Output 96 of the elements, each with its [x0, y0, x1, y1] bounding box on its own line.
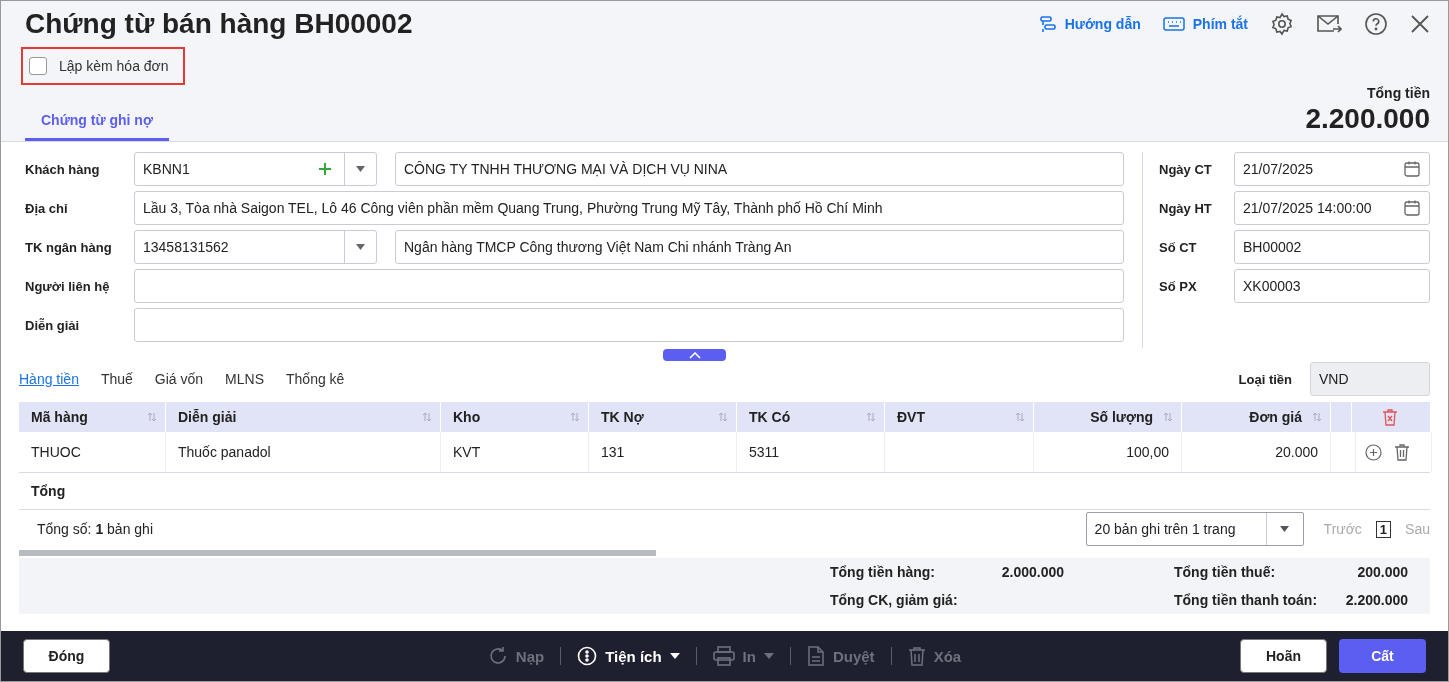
- trash-icon: [907, 646, 926, 666]
- total-row-label: Tổng: [31, 483, 66, 499]
- column-header[interactable]: ĐVT: [897, 409, 925, 425]
- sort-icon[interactable]: [1015, 412, 1025, 422]
- combo-field[interactable]: 13458131562: [134, 230, 377, 264]
- chevron-up-icon: [688, 351, 701, 359]
- keyboard-icon: [1162, 17, 1185, 31]
- sort-icon[interactable]: [1163, 412, 1173, 422]
- tab[interactable]: Thuế: [100, 371, 133, 387]
- table-cell: 100,00: [1126, 444, 1169, 460]
- calendar-icon[interactable]: [1403, 160, 1421, 178]
- summary-value: 200.000: [1357, 564, 1408, 580]
- table-cell: 131: [601, 444, 625, 460]
- table-cell: KVT: [453, 444, 481, 460]
- window-title: Chứng từ bán hàng BH00002: [25, 8, 413, 40]
- field-label: Số CT: [1159, 239, 1198, 255]
- total-label: Tổng tiền: [1367, 85, 1430, 101]
- input-field[interactable]: [134, 308, 1124, 342]
- add-row-icon[interactable]: [1365, 443, 1382, 461]
- column-header[interactable]: TK Nợ: [601, 409, 644, 425]
- table-cell: THUOC: [31, 444, 81, 460]
- input-field[interactable]: CÔNG TY TNHH THƯƠNG MẠI VÀ DỊCH VỤ NINA: [395, 152, 1124, 186]
- printer-icon: [712, 646, 735, 666]
- close-icon[interactable]: [1410, 14, 1430, 34]
- tab[interactable]: Thống kê: [286, 371, 345, 387]
- sort-icon[interactable]: [1312, 412, 1322, 422]
- dropdown-icon[interactable]: [356, 166, 365, 172]
- utility-button[interactable]: Tiện ích: [573, 646, 684, 666]
- sort-icon[interactable]: [866, 412, 876, 422]
- column-header[interactable]: Diễn giải: [178, 409, 237, 425]
- total-amount: 2.200.000: [1305, 103, 1430, 135]
- input-field[interactable]: Ngân hàng TMCP Công thương Việt Nam Chi nhánh Tràng An: [395, 230, 1124, 264]
- combo-field[interactable]: KBNN1: [134, 152, 377, 186]
- sort-icon[interactable]: [147, 412, 157, 422]
- field-label: Ngày CT: [1159, 161, 1213, 177]
- save-button[interactable]: Cất: [1339, 639, 1426, 673]
- input-field[interactable]: Lầu 3, Tòa nhà Saigon TEL, Lô 46 Công viên phần mềm Quang Trung, Phường Trung Mỹ Tây, Thành phố Hồ Chí Minh: [134, 191, 1124, 225]
- add-icon[interactable]: [318, 162, 332, 176]
- field-label: Ngày HT: [1159, 200, 1213, 216]
- field-label: Diễn giải: [25, 317, 81, 333]
- caret-icon: [669, 653, 680, 659]
- field-label: Số PX: [1159, 278, 1198, 294]
- date-field[interactable]: 21/07/2025 14:00:00: [1234, 191, 1430, 225]
- record-count: Tổng số: 1 bản ghi: [36, 521, 153, 537]
- field-label: TK ngân hàng: [25, 239, 113, 255]
- scrollbar[interactable]: [19, 550, 656, 556]
- mail-icon[interactable]: [1316, 13, 1342, 35]
- field-label: Khách hàng: [25, 161, 101, 177]
- input-field[interactable]: XK00003: [1234, 269, 1430, 303]
- tab[interactable]: Hàng tiền: [19, 371, 79, 387]
- sort-icon[interactable]: [422, 412, 432, 422]
- column-header[interactable]: Kho: [453, 409, 481, 425]
- summary-label: Tổng CK, giảm giá:: [830, 592, 959, 608]
- sort-icon[interactable]: [718, 412, 728, 422]
- currency-label: Loại tiền: [1238, 371, 1292, 387]
- date-field[interactable]: 21/07/2025: [1234, 152, 1430, 186]
- dropdown-icon: [1280, 526, 1290, 532]
- input-field[interactable]: BH00002: [1234, 230, 1430, 264]
- help-icon[interactable]: [1364, 12, 1388, 36]
- signpost-icon: [1038, 15, 1057, 33]
- trash-icon[interactable]: [1394, 443, 1410, 461]
- table-cell: Thuốc panadol: [178, 444, 271, 460]
- caret-icon: [763, 653, 774, 659]
- summary-label: Tổng tiền thanh toán:: [1173, 592, 1319, 608]
- field-label: Người liên hệ: [25, 278, 111, 294]
- column-header[interactable]: Mã hàng: [31, 409, 88, 425]
- postpone-button[interactable]: Hoãn: [1240, 639, 1327, 673]
- summary-value: 2.000.000: [1001, 564, 1064, 580]
- table-cell: 20.000: [1275, 444, 1318, 460]
- invoice-checkbox[interactable]: Lập kèm hóa đơn: [21, 47, 185, 85]
- field-label: Địa chỉ: [25, 200, 69, 216]
- more-icon: [577, 646, 598, 666]
- calendar-icon[interactable]: [1403, 199, 1421, 217]
- table-cell: 5311: [749, 444, 780, 460]
- summary-label: Tổng tiền thuế:: [1173, 564, 1277, 580]
- reload-icon: [487, 646, 508, 666]
- tab[interactable]: MLNS: [225, 371, 264, 387]
- settings-icon[interactable]: [1270, 12, 1294, 36]
- summary-label: Tổng tiền hàng:: [830, 564, 936, 580]
- sort-icon[interactable]: [570, 412, 580, 422]
- dropdown-icon[interactable]: [356, 244, 365, 250]
- collapse-button[interactable]: [663, 349, 726, 361]
- delete-all-icon[interactable]: [1381, 408, 1398, 426]
- shortcut-link[interactable]: Phím tắt: [1162, 16, 1248, 32]
- guide-link[interactable]: Hướng dẫn: [1038, 15, 1141, 33]
- tab[interactable]: Giá vốn: [154, 371, 204, 387]
- column-header[interactable]: Đơn giá: [1249, 409, 1302, 425]
- currency-field[interactable]: VND: [1310, 362, 1430, 396]
- document-icon: [806, 646, 825, 666]
- summary-value: 2.200.000: [1345, 592, 1408, 608]
- column-header[interactable]: Số lượng: [1090, 409, 1153, 425]
- input-field[interactable]: [134, 269, 1124, 303]
- column-header[interactable]: TK Có: [749, 409, 791, 425]
- page-size-dropdown[interactable]: 20 bản ghi trên 1 trang: [1085, 512, 1304, 546]
- page-number[interactable]: 1: [1375, 520, 1392, 538]
- close-button[interactable]: Đóng: [23, 639, 110, 673]
